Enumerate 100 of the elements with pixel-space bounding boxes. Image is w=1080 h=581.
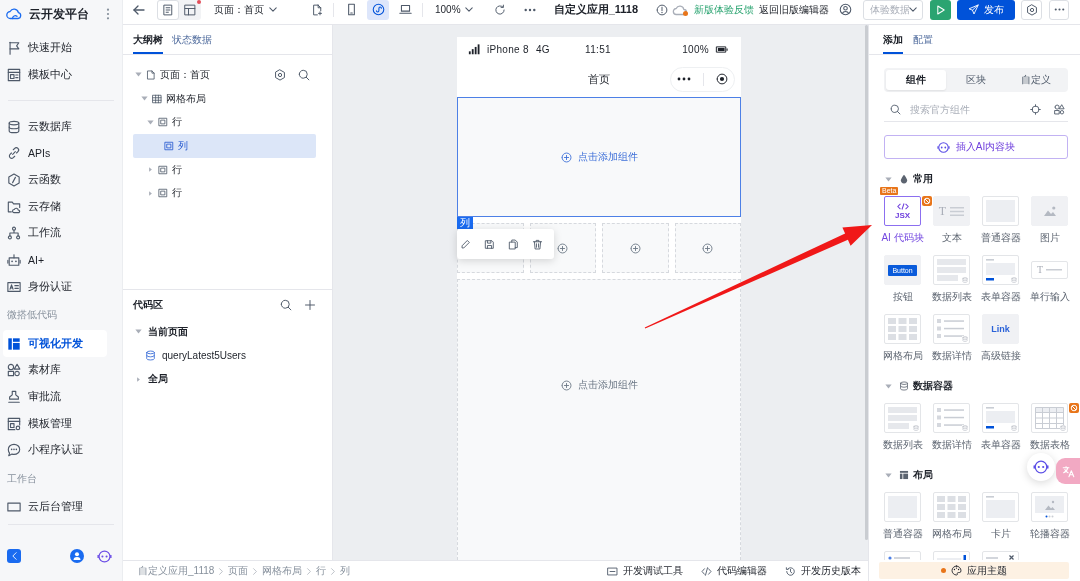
legacy-editor-link[interactable]: 返回旧版编辑器 xyxy=(759,2,829,17)
file-plus-icon[interactable] xyxy=(311,3,323,16)
segment-tab[interactable]: 组件 xyxy=(886,70,946,90)
scrollbar[interactable] xyxy=(865,25,868,540)
sidebar-item[interactable]: 素材库 xyxy=(3,356,107,384)
add-component-prompt[interactable]: 点击添加组件 xyxy=(560,150,638,164)
component-label[interactable]: 数据列表 xyxy=(882,439,923,451)
zoom-select[interactable]: 100% xyxy=(435,0,473,20)
target-icon[interactable] xyxy=(716,73,728,85)
component-tile[interactable] xyxy=(1031,403,1068,433)
save-icon[interactable] xyxy=(484,238,495,250)
sidebar-item[interactable]: 模板管理 xyxy=(3,410,107,437)
sidebar-item[interactable]: 快速开始 xyxy=(3,35,107,62)
settings-icon[interactable] xyxy=(274,68,286,81)
tree-node[interactable]: 行 xyxy=(133,110,316,135)
component-tile[interactable] xyxy=(982,196,1019,226)
more-icon[interactable] xyxy=(523,7,536,12)
component-tile[interactable] xyxy=(933,492,970,522)
component-label[interactable]: 网格布局 xyxy=(882,350,923,362)
panel-tab[interactable]: 配置 xyxy=(913,25,933,54)
segment-tab[interactable]: 自定义 xyxy=(1006,70,1066,90)
drop-zone[interactable]: 点击添加组件 xyxy=(457,97,741,217)
caret-down-icon[interactable] xyxy=(135,329,142,335)
component-label[interactable]: 表单容器 xyxy=(980,439,1021,451)
tree-node[interactable]: 网格布局 xyxy=(133,86,316,111)
sidebar-item[interactable]: 工作流 xyxy=(3,220,107,247)
search-icon[interactable] xyxy=(280,299,292,311)
search-input[interactable]: 搜索官方组件 xyxy=(910,102,1024,117)
tool-button[interactable]: 代码编辑器 xyxy=(701,564,767,578)
component-label[interactable]: 文本 xyxy=(941,232,962,244)
more-icon[interactable] xyxy=(677,77,691,81)
sidebar-item[interactable]: 身份认证 xyxy=(3,273,107,301)
app-theme-button[interactable]: 应用主题 xyxy=(879,562,1069,579)
view-mode-button[interactable] xyxy=(157,0,179,20)
more-vertical-icon[interactable] xyxy=(106,8,110,20)
component-tile[interactable]: JSX xyxy=(884,196,921,226)
sidebar-item[interactable]: 可视化开发 xyxy=(3,330,107,357)
component-label[interactable]: 卡片 xyxy=(990,528,1011,540)
panel-tab[interactable]: 状态数据 xyxy=(172,25,212,54)
code-group[interactable]: 当前页面 xyxy=(123,320,332,344)
cloud-icon[interactable] xyxy=(673,4,687,15)
caret-down-icon[interactable] xyxy=(147,119,154,125)
refresh-icon[interactable] xyxy=(493,3,506,16)
component-label[interactable]: 数据表格 xyxy=(1029,439,1070,451)
breadcrumb-link[interactable]: 行 xyxy=(316,564,327,578)
pencil-icon[interactable] xyxy=(460,238,471,250)
component-label[interactable]: 数据详情 xyxy=(931,350,972,362)
shapes-icon[interactable] xyxy=(1054,104,1065,115)
caret-down-icon[interactable] xyxy=(885,472,892,478)
tree-node[interactable]: 列 xyxy=(133,134,316,158)
info-icon[interactable] xyxy=(656,3,668,16)
sidebar-item[interactable]: 云函数 xyxy=(3,166,107,194)
component-tile[interactable] xyxy=(982,403,1019,433)
page-selector[interactable]: 页面：首页 xyxy=(214,0,277,20)
tool-button[interactable]: 开发调试工具 xyxy=(607,564,683,578)
breadcrumb-link[interactable]: 页面 xyxy=(228,564,249,578)
user-icon[interactable] xyxy=(839,3,852,16)
component-tile[interactable]: Link xyxy=(982,314,1019,344)
code-group[interactable]: 全局 xyxy=(123,367,332,392)
collapse-button[interactable] xyxy=(7,549,21,563)
caret-right-icon[interactable] xyxy=(147,190,154,196)
tree-node[interactable]: 行 xyxy=(133,157,316,182)
avatar-icon[interactable] xyxy=(70,549,84,563)
caret-down-icon[interactable] xyxy=(885,383,892,389)
component-label[interactable]: 普通容器 xyxy=(882,528,923,540)
plus-icon[interactable] xyxy=(304,299,316,311)
data-select[interactable]: 体验数据 xyxy=(863,0,923,20)
caret-right-icon[interactable] xyxy=(135,377,142,382)
component-tile[interactable] xyxy=(884,492,921,522)
component-label[interactable]: 普通容器 xyxy=(980,232,1021,244)
component-label[interactable]: 高级链接 xyxy=(980,350,1021,362)
run-button[interactable] xyxy=(930,0,951,20)
component-tile[interactable] xyxy=(933,255,970,285)
publish-button[interactable]: 发布 xyxy=(957,0,1015,20)
sidebar-item[interactable]: 云数据库 xyxy=(3,113,107,141)
panel-tab[interactable]: 添加 xyxy=(883,25,903,54)
breadcrumb-link[interactable]: 自定义应用_1118 xyxy=(138,564,215,578)
component-tile[interactable] xyxy=(933,314,970,344)
trash-icon[interactable] xyxy=(532,238,543,250)
tool-button[interactable]: 开发历史版本 xyxy=(785,564,861,578)
component-label[interactable]: 数据列表 xyxy=(931,291,972,303)
sidebar-item[interactable]: AI+ xyxy=(3,246,107,274)
component-label[interactable]: 按钮 xyxy=(892,291,913,303)
bot-face-icon[interactable] xyxy=(97,548,112,564)
copy-icon[interactable] xyxy=(508,238,519,250)
component-tile[interactable] xyxy=(1031,196,1068,226)
component-tile[interactable] xyxy=(982,255,1019,285)
segment-tab[interactable]: 区块 xyxy=(946,70,1006,90)
component-tile[interactable] xyxy=(933,403,970,433)
panel-tab[interactable]: 大纲树 xyxy=(133,25,163,54)
drop-zone[interactable]: 点击添加组件 xyxy=(457,279,741,560)
caret-right-icon[interactable] xyxy=(147,167,154,173)
caret-down-icon[interactable] xyxy=(135,72,142,78)
insert-ai-button[interactable]: 插入AI内容块 xyxy=(884,135,1068,159)
sidebar-item[interactable]: 小程序认证 xyxy=(3,436,107,464)
settings-button[interactable] xyxy=(1021,0,1042,20)
crosshair-icon[interactable] xyxy=(1030,104,1041,115)
caret-down-icon[interactable] xyxy=(885,176,892,182)
tree-node[interactable]: 页面：首页 xyxy=(133,63,264,87)
sidebar-item[interactable]: 云后台管理 xyxy=(3,493,107,521)
